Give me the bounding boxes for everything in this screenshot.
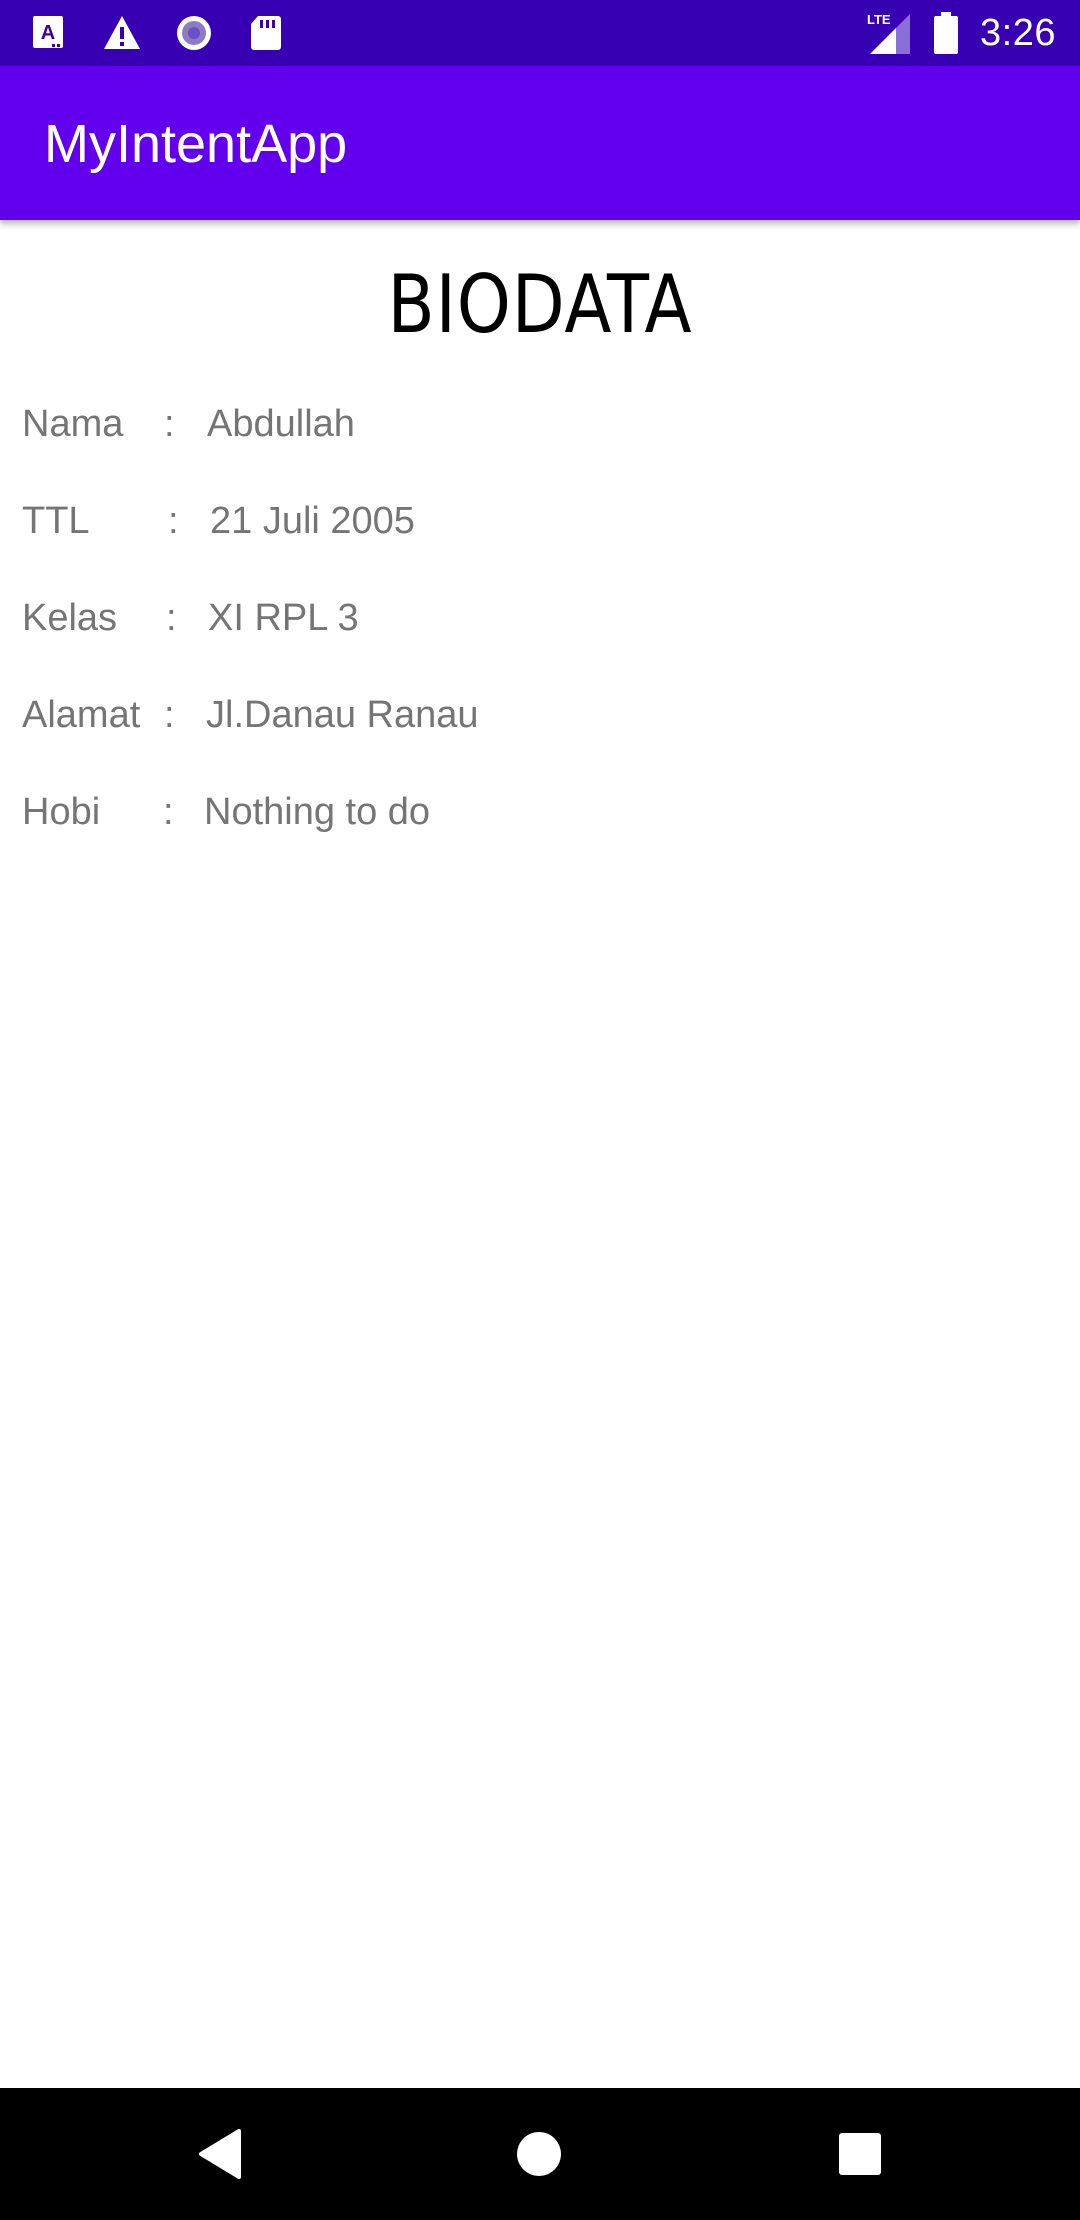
hobi-value: Nothing to do [204, 791, 431, 833]
alamat-value: Jl.Danau Ranau [206, 694, 479, 736]
nama-colon: : [164, 403, 175, 445]
app-bar: MyIntentApp [0, 66, 1080, 220]
nama-label: Nama [22, 403, 124, 445]
app-screen: A LTE 3:26 MyIntentApp BIODATA Nama: Ab… [0, 0, 1080, 2220]
ttl-value: 21 Juli 2005 [210, 500, 415, 542]
recents-button[interactable] [830, 2124, 890, 2184]
battery-icon [932, 10, 960, 56]
notification-icons: A [30, 10, 286, 56]
status-clock: 3:26 [980, 11, 1056, 54]
app-title: MyIntentApp [44, 114, 348, 174]
hobi-colon: : [163, 791, 174, 833]
warning-icon [102, 13, 142, 53]
ttl-colon: : [168, 500, 179, 542]
alamat-label: Alamat [22, 694, 141, 736]
alamat-colon: : [164, 694, 175, 736]
hobi-label: Hobi [22, 791, 101, 833]
home-icon [517, 2132, 561, 2176]
biodata-content: BIODATA Nama : Abdullah TTL : 21 Juli 20… [0, 220, 1080, 2088]
system-indicators: LTE 3:26 [866, 6, 1056, 60]
status-bar: A LTE 3:26 [0, 0, 1080, 66]
accessibility-a-icon: A [30, 13, 70, 53]
record-icon [174, 13, 214, 53]
kelas-label: Kelas [22, 597, 118, 639]
ttl-label: TTL [22, 500, 90, 542]
lte-signal-icon: LTE [866, 10, 912, 56]
network-type-label: LTE [867, 12, 891, 27]
kelas-value: XI RPL 3 [208, 597, 359, 639]
home-button[interactable] [509, 2124, 569, 2184]
back-button[interactable] [190, 2124, 250, 2184]
biodata-heading: BIODATA [387, 258, 693, 351]
svg-text:A: A [41, 22, 55, 44]
sd-card-icon [246, 13, 286, 53]
recents-icon [839, 2133, 881, 2175]
navigation-bar [0, 2088, 1080, 2220]
back-icon [199, 2129, 241, 2179]
nama-value: Abdullah [207, 403, 355, 445]
kelas-colon: : [166, 597, 177, 639]
